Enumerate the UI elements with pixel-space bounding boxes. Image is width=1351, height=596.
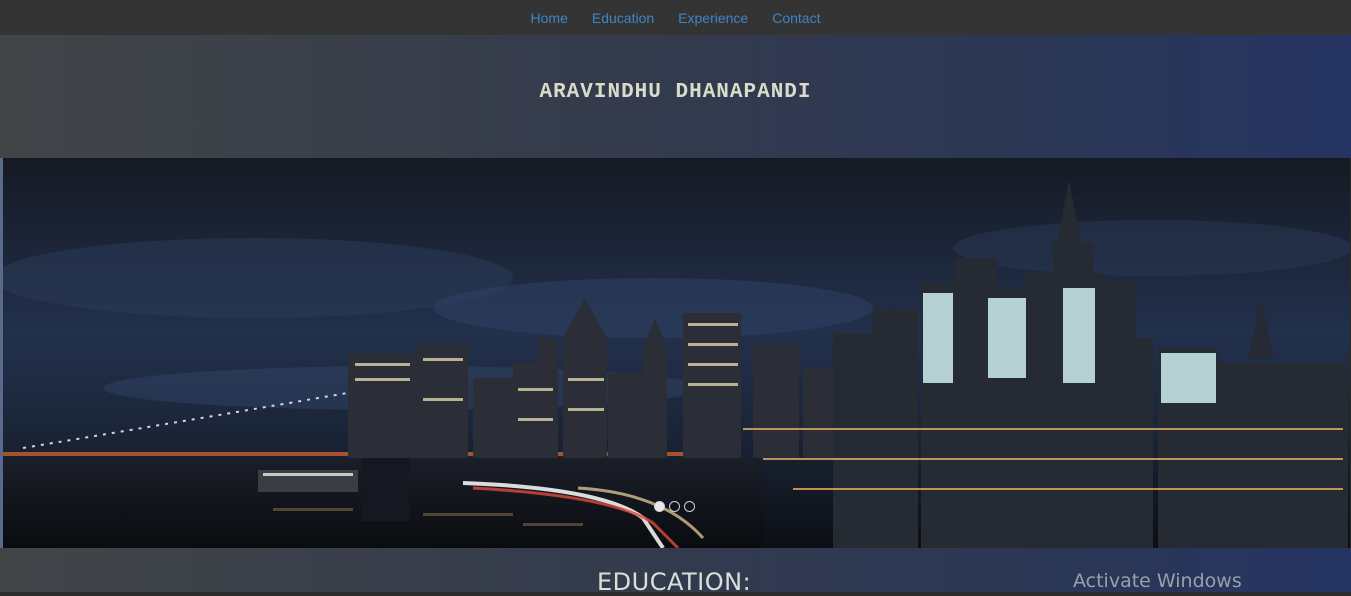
carousel-dot-1[interactable]: [654, 501, 665, 512]
image-carousel[interactable]: [3, 158, 1350, 548]
carousel-indicators: [654, 501, 695, 512]
page-header: ARAVINDHU DHANAPANDI: [0, 35, 1351, 158]
carousel-dot-3[interactable]: [684, 501, 695, 512]
page-title: ARAVINDHU DHANAPANDI: [539, 81, 812, 104]
nav-home-link[interactable]: Home: [531, 3, 568, 33]
activate-windows-watermark: Activate Windows: [1073, 570, 1242, 592]
nav-education-link[interactable]: Education: [592, 3, 654, 33]
top-navigation: Home Education Experience Contact: [0, 0, 1351, 35]
city-skyline-image: [3, 158, 1350, 548]
nav-contact-link[interactable]: Contact: [772, 3, 820, 33]
carousel-dot-2[interactable]: [669, 501, 680, 512]
nav-experience-link[interactable]: Experience: [678, 3, 748, 33]
